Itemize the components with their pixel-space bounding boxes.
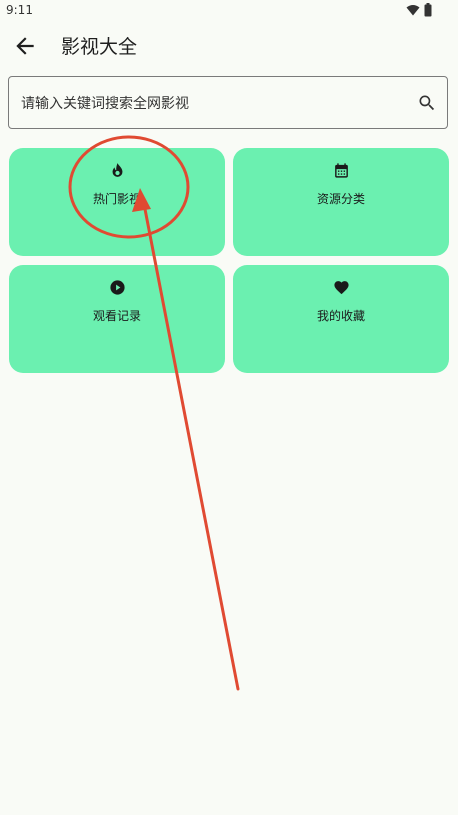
flame-icon — [112, 163, 123, 177]
tile-label: 热门影视 — [92, 192, 141, 206]
tile-label: 我的收藏 — [316, 309, 365, 323]
search-input[interactable] — [19, 91, 403, 117]
tile-favorites[interactable]: 我的收藏 — [233, 265, 449, 373]
battery-icon — [424, 3, 432, 17]
page-title: 影视大全 — [61, 36, 138, 58]
play-circle-icon — [110, 280, 125, 295]
calendar-icon — [335, 163, 348, 178]
tile-label: 资源分类 — [316, 192, 365, 206]
status-bar: 9:11 — [0, 0, 458, 22]
back-arrow-icon[interactable] — [12, 33, 38, 59]
status-time: 9:11 — [6, 3, 33, 17]
tile-label: 观看记录 — [92, 309, 141, 323]
search-box[interactable] — [8, 76, 448, 129]
status-icons — [406, 3, 436, 17]
tile-resource-categories[interactable]: 资源分类 — [233, 148, 449, 256]
wifi-icon — [406, 5, 420, 16]
heart-icon — [334, 281, 349, 295]
search-icon[interactable] — [417, 93, 437, 113]
tile-watch-history[interactable]: 观看记录 — [9, 265, 225, 373]
top-app-bar: 影视大全 — [0, 26, 458, 66]
tile-hot-movies[interactable]: 热门影视 — [9, 148, 225, 256]
